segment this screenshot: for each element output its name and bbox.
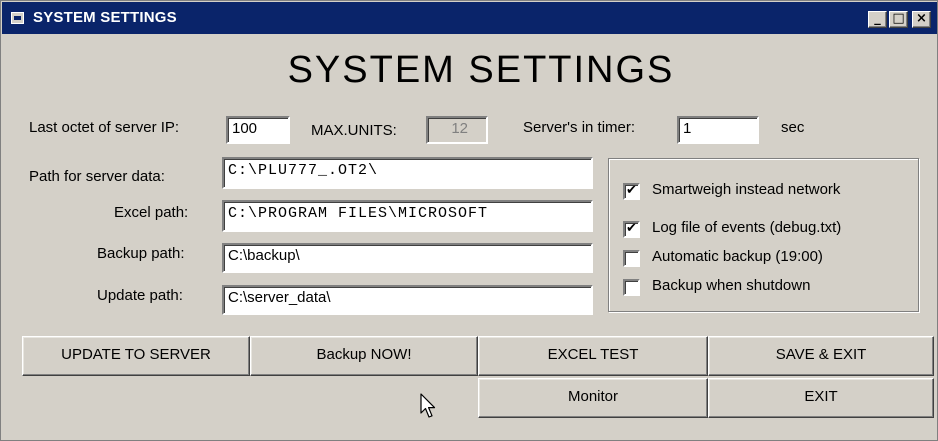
option-label: Automatic backup (19:00) [652,248,823,265]
max-units-label: MAX.UNITS: [311,122,397,139]
backup-now-button[interactable]: Backup NOW! [250,336,478,376]
max-units-input: 12 [426,116,488,144]
backup-path-label: Backup path: [97,245,185,262]
server-ip-input[interactable]: 100 [226,116,290,144]
automatic-backup-checkbox[interactable] [623,250,640,267]
excel-test-button[interactable]: EXCEL TEST [478,336,708,376]
mouse-pointer-icon [420,393,436,418]
save-exit-button[interactable]: SAVE & EXIT [708,336,934,376]
close-button[interactable]: × [912,11,931,28]
update-path-input[interactable]: C:\server_data\ [222,285,593,315]
option-label: Backup when shutdown [652,277,811,294]
monitor-button[interactable]: Monitor [478,378,708,418]
backup-path-input[interactable]: C:\backup\ [222,243,593,273]
timer-input[interactable]: 1 [677,116,759,144]
option-label: Smartweigh instead network [652,181,841,198]
app-window-icon[interactable] [11,12,24,24]
server-data-path-label: Path for server data: [29,168,165,185]
update-path-label: Update path: [97,287,183,304]
exit-button[interactable]: EXIT [708,378,934,418]
system-settings-window: SYSTEM SETTINGS _ □ × SYSTEM SETTINGS La… [0,0,938,441]
option-label: Log file of events (debug.txt) [652,219,842,236]
timer-label: Server's in timer: [523,119,636,136]
smartweigh-checkbox[interactable]: ✔ [623,183,640,200]
server-ip-label: Last octet of server IP: [29,119,180,136]
timer-unit-label: sec [781,119,805,136]
window-title: SYSTEM SETTINGS [33,9,177,26]
maximize-button[interactable]: □ [889,11,908,28]
update-to-server-button[interactable]: UPDATE TO SERVER [22,336,250,376]
title-bar[interactable]: SYSTEM SETTINGS _ □ × [2,2,937,34]
options-group: ✔ Smartweigh instead network ✔ Log file … [608,158,919,312]
page-heading: SYSTEM SETTINGS [287,49,675,91]
log-file-checkbox[interactable]: ✔ [623,221,640,238]
backup-shutdown-checkbox[interactable] [623,279,640,296]
server-data-path-input[interactable]: C:\PLU777_.OT2\ [222,157,593,189]
minimize-button[interactable]: _ [868,11,887,28]
excel-path-label: Excel path: [114,204,189,221]
excel-path-input[interactable]: C:\PROGRAM FILES\MICROSOFT [222,200,593,232]
